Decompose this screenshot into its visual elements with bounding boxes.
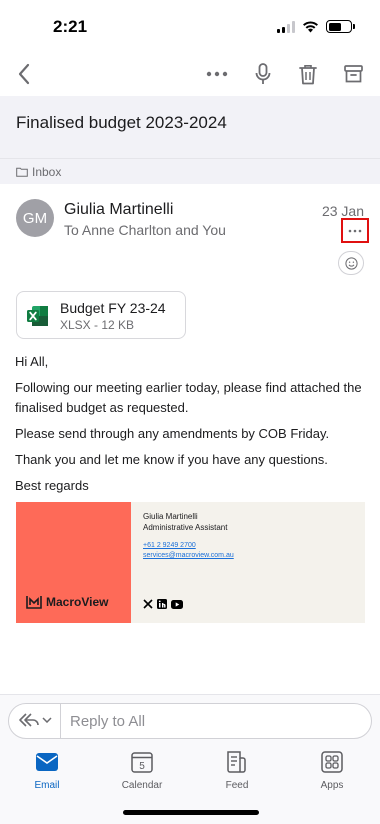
reply-divider <box>60 704 61 738</box>
signature-email-link[interactable]: services@macroview.com.au <box>143 552 234 559</box>
message-date: 23 Jan <box>321 203 364 219</box>
reply-mode-button[interactable] <box>18 712 52 728</box>
tab-calendar-label: Calendar <box>121 780 163 791</box>
tab-apps[interactable]: Apps <box>297 750 367 791</box>
attachment-name: Budget FY 23-24 <box>60 300 166 316</box>
battery-icon <box>326 20 355 33</box>
recipients[interactable]: To Anne Charlton and You <box>64 222 226 238</box>
back-button[interactable] <box>8 58 40 90</box>
tab-email-label: Email <box>34 780 60 791</box>
folder-icon <box>16 167 28 177</box>
sender-name[interactable]: Giulia Martinelli <box>64 201 173 219</box>
feed-icon <box>227 751 246 773</box>
archive-icon <box>343 65 363 83</box>
status-bar: 2:21 <box>0 0 380 52</box>
body-paragraph: Please send through any amendments by CO… <box>15 426 330 441</box>
status-icons <box>277 20 355 33</box>
mail-icon <box>36 753 58 771</box>
archive-button[interactable] <box>337 58 369 90</box>
tab-email[interactable]: Email <box>12 750 82 791</box>
reply-bar: Reply to All <box>0 694 380 742</box>
tab-apps-label: Apps <box>320 780 344 791</box>
x-icon[interactable] <box>143 599 153 609</box>
attachment-card[interactable]: Budget FY 23-24 XLSX - 12 KB <box>16 291 186 339</box>
more-horizontal-icon <box>348 229 362 232</box>
tab-feed-label: Feed <box>225 780 249 791</box>
more-actions-button[interactable] <box>201 58 233 90</box>
body-greeting: Hi All, <box>15 354 49 369</box>
svg-text:5: 5 <box>139 761 145 772</box>
signature-social-links <box>143 599 183 609</box>
brand-logo: MacroView <box>26 595 108 609</box>
message-toolbar <box>0 52 380 96</box>
message-more-button[interactable] <box>341 218 369 243</box>
smiley-icon <box>344 256 358 270</box>
message-body: Hi All, Following our meeting earlier to… <box>15 352 365 502</box>
body-closing: Best regards <box>15 478 89 493</box>
more-horizontal-icon <box>206 71 228 77</box>
linkedin-icon[interactable] <box>157 599 167 609</box>
signature-brand-panel: MacroView <box>16 502 131 623</box>
body-paragraph: Following our meeting earlier today, ple… <box>15 380 362 415</box>
folder-breadcrumb[interactable]: Inbox <box>0 158 380 184</box>
delete-button[interactable] <box>292 58 324 90</box>
attachment-meta: XLSX - 12 KB <box>60 318 135 332</box>
email-signature: MacroView Giulia Martinelli Administrati… <box>16 502 365 623</box>
email-subject: Finalised budget 2023-2024 <box>16 113 227 132</box>
cellular-signal-icon <box>277 20 295 33</box>
wifi-icon <box>303 20 318 32</box>
trash-icon <box>299 64 317 84</box>
signature-name: Giulia Martinelli <box>143 512 198 521</box>
macroview-logo-icon <box>26 596 42 609</box>
calendar-icon: 5 <box>131 752 153 773</box>
dictate-button[interactable] <box>247 58 279 90</box>
folder-label: Inbox <box>32 164 62 179</box>
brand-name: MacroView <box>46 595 109 609</box>
chevron-down-icon <box>42 717 52 723</box>
microphone-icon <box>255 63 271 84</box>
subject-area: Finalised budget 2023-2024 <box>0 96 380 158</box>
youtube-icon[interactable] <box>171 599 183 609</box>
tab-calendar[interactable]: 5 Calendar <box>107 750 177 791</box>
home-indicator[interactable] <box>123 810 259 815</box>
body-paragraph: Thank you and let me know if you have an… <box>15 452 328 467</box>
status-time: 2:21 <box>53 17 88 36</box>
reply-placeholder[interactable]: Reply to All <box>70 713 145 730</box>
reply-all-icon <box>19 713 39 727</box>
reply-field[interactable]: Reply to All <box>8 703 372 739</box>
reaction-button[interactable] <box>338 251 364 275</box>
apps-icon <box>321 751 343 773</box>
signature-role: Administrative Assistant <box>143 523 228 532</box>
excel-icon <box>27 306 48 326</box>
signature-phone-link[interactable]: +61 2 9249 2700 <box>143 542 196 549</box>
tab-feed[interactable]: Feed <box>202 750 272 791</box>
chevron-left-icon <box>18 63 30 85</box>
avatar[interactable]: GM <box>16 199 54 237</box>
